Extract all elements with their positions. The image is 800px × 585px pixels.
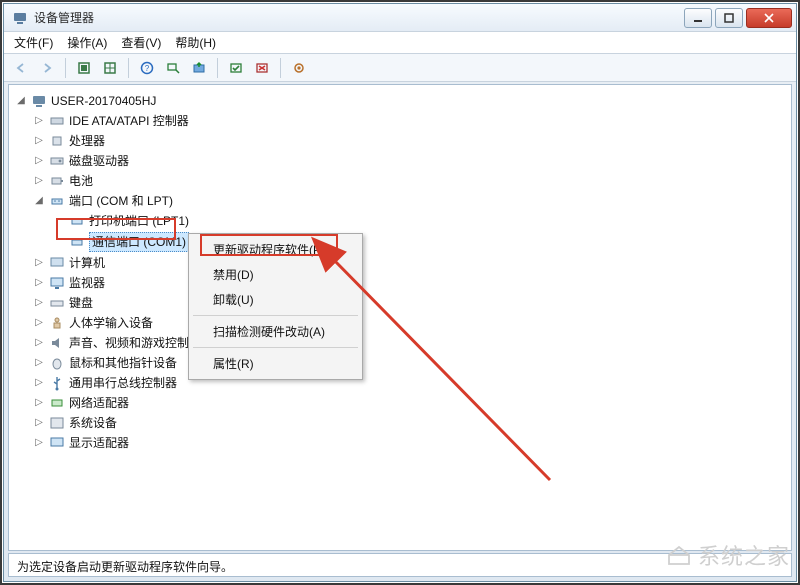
tree-item-computer[interactable]: ▷计算机 [33, 253, 787, 273]
tree-item-com1[interactable]: ▷通信端口 (COM1) [53, 231, 787, 253]
mouse-icon [49, 355, 65, 371]
hid-icon [49, 315, 65, 331]
expand-icon[interactable]: ▷ [33, 254, 45, 272]
expand-icon[interactable]: ▷ [33, 132, 45, 150]
display-icon [49, 435, 65, 451]
expand-icon[interactable]: ▷ [33, 274, 45, 292]
menubar: 文件(F) 操作(A) 查看(V) 帮助(H) [4, 32, 796, 54]
tree-item-display[interactable]: ▷显示适配器 [33, 433, 787, 453]
port-icon [69, 234, 85, 250]
expand-icon[interactable]: ▷ [33, 152, 45, 170]
app-icon [12, 10, 28, 26]
expand-icon[interactable]: ▷ [33, 314, 45, 332]
expand-icon[interactable]: ▷ [33, 172, 45, 190]
tree-item-monitor[interactable]: ▷监视器 [33, 273, 787, 293]
ctx-uninstall[interactable]: 卸载(U) [191, 287, 360, 312]
tree-item-usb[interactable]: ▷通用串行总线控制器 [33, 373, 787, 393]
ctx-update-driver[interactable]: 更新驱动程序软件(P)... [191, 237, 360, 262]
status-text: 为选定设备启动更新驱动程序软件向导。 [17, 560, 233, 574]
close-button[interactable] [746, 8, 792, 28]
expand-icon[interactable]: ▷ [33, 394, 45, 412]
separator [193, 347, 358, 348]
cpu-icon [49, 133, 65, 149]
menu-file[interactable]: 文件(F) [14, 34, 53, 51]
tree-item-sound[interactable]: ▷声音、视频和游戏控制器 [33, 333, 787, 353]
toolbar: ? [4, 54, 796, 82]
properties-button[interactable] [288, 57, 310, 79]
system-icon [49, 415, 65, 431]
computer-icon [49, 255, 65, 271]
tree-item-ide[interactable]: ▷IDE ATA/ATAPI 控制器 [33, 111, 787, 131]
ctx-disable[interactable]: 禁用(D) [191, 262, 360, 287]
tree-item-keyboard[interactable]: ▷键盘 [33, 293, 787, 313]
tree-item-lpt1[interactable]: ▷打印机端口 (LPT1) [53, 211, 787, 231]
nav-back-button [10, 57, 32, 79]
maximize-button[interactable] [715, 8, 743, 28]
sound-icon [49, 335, 65, 351]
scan-hardware-button[interactable] [162, 57, 184, 79]
tree-item-hid[interactable]: ▷人体学输入设备 [33, 313, 787, 333]
tree-item-disk[interactable]: ▷磁盘驱动器 [33, 151, 787, 171]
watermark: 系统之家 [666, 539, 790, 571]
titlebar: 设备管理器 [4, 4, 796, 32]
tree-item-cpu[interactable]: ▷处理器 [33, 131, 787, 151]
collapse-icon[interactable]: ◢ [15, 92, 27, 110]
tree-item-system[interactable]: ▷系统设备 [33, 413, 787, 433]
expand-icon[interactable]: ▷ [33, 354, 45, 372]
port-icon [69, 213, 85, 229]
nav-forward-button [36, 57, 58, 79]
minimize-button[interactable] [684, 8, 712, 28]
help-button[interactable]: ? [136, 57, 158, 79]
enable-button[interactable] [225, 57, 247, 79]
expand-icon[interactable]: ▷ [33, 374, 45, 392]
port-icon [49, 193, 65, 209]
tree-item-ports[interactable]: ◢端口 (COM 和 LPT) [33, 191, 787, 211]
view-details-button[interactable] [99, 57, 121, 79]
uninstall-button[interactable] [251, 57, 273, 79]
window-title: 设备管理器 [34, 9, 681, 26]
expand-icon[interactable]: ▷ [33, 112, 45, 130]
battery-icon [49, 173, 65, 189]
tree-item-mouse[interactable]: ▷鼠标和其他指针设备 [33, 353, 787, 373]
tree-root[interactable]: ◢ USER-20170405HJ [15, 91, 787, 111]
context-menu: 更新驱动程序软件(P)... 禁用(D) 卸载(U) 扫描检测硬件改动(A) 属… [188, 233, 363, 380]
drive-icon [49, 113, 65, 129]
expand-icon[interactable]: ▷ [33, 334, 45, 352]
menu-help[interactable]: 帮助(H) [175, 34, 216, 51]
svg-text:?: ? [145, 64, 150, 73]
separator [193, 315, 358, 316]
tree-item-battery[interactable]: ▷电池 [33, 171, 787, 191]
collapse-icon[interactable]: ◢ [33, 192, 45, 210]
menu-view[interactable]: 查看(V) [121, 34, 161, 51]
disk-icon [49, 153, 65, 169]
network-icon [49, 395, 65, 411]
ctx-scan[interactable]: 扫描检测硬件改动(A) [191, 319, 360, 344]
menu-action[interactable]: 操作(A) [67, 34, 107, 51]
ctx-properties[interactable]: 属性(R) [191, 351, 360, 376]
monitor-icon [49, 275, 65, 291]
root-label: USER-20170405HJ [51, 92, 156, 110]
keyboard-icon [49, 295, 65, 311]
device-tree-pane: ◢ USER-20170405HJ ▷IDE ATA/ATAPI 控制器 ▷处理… [8, 84, 792, 551]
expand-icon[interactable]: ▷ [33, 434, 45, 452]
computer-icon [31, 93, 47, 109]
expand-icon[interactable]: ▷ [33, 414, 45, 432]
tree-item-network[interactable]: ▷网络适配器 [33, 393, 787, 413]
usb-icon [49, 375, 65, 391]
show-hidden-button[interactable] [73, 57, 95, 79]
expand-icon[interactable]: ▷ [33, 294, 45, 312]
update-driver-button[interactable] [188, 57, 210, 79]
